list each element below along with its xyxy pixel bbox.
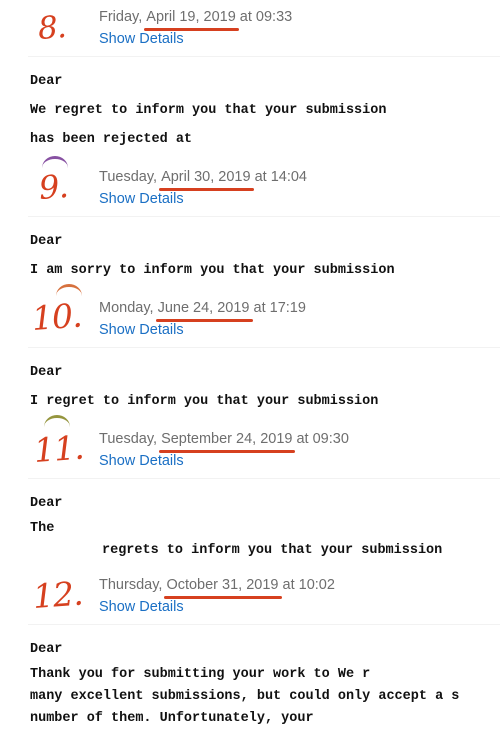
body-line: Thank you for submitting your work to We… [30,667,371,682]
handwritten-numeral: 12. [31,573,84,616]
body-line: Dear [30,496,63,511]
timestamp-time: at 14:04 [250,169,307,185]
redacted-text [62,489,144,518]
message-body: Dear The regrets to inform you that your… [0,479,500,568]
show-details-link[interactable]: Show Details [99,599,184,615]
message-timestamp: Thursday, October 31, 2019 at 10:02 [99,577,335,599]
message-entry: 10. Monday, June 24, 2019 at 17:19 Show … [0,284,500,422]
timestamp-date: September 24, 2019 [161,431,293,447]
timestamp-prefix: Friday, [99,9,147,25]
timestamp-date: June 24, 2019 [157,300,250,316]
show-details-link[interactable]: Show Details [99,31,184,47]
message-header: 10. Monday, June 24, 2019 at 17:19 Show … [0,284,500,347]
message-entry: 12. Thursday, October 31, 2019 at 10:02 … [0,568,500,732]
message-entry: 9. Tuesday, April 30, 2019 at 14:04 Show… [0,156,500,291]
body-line: regrets to inform you that your submissi… [102,543,443,558]
body-line: I am sorry to inform you that your submi… [30,263,395,278]
redacted-text [62,635,144,664]
show-details-link[interactable]: Show Details [99,191,184,207]
message-header: 12. Thursday, October 31, 2019 at 10:02 … [0,568,500,624]
redacted-text [62,67,144,96]
timestamp-prefix: Monday, [99,300,158,316]
message-entry: 11. Tuesday, September 24, 2019 at 09:30… [0,415,500,568]
timestamp-time: at 17:19 [249,300,306,316]
message-body: Dear We regret to inform you that your s… [0,57,500,160]
body-line: Dear [30,74,63,89]
body-line: We regret to inform you that your submis… [30,103,387,118]
body-line: number of them. Unfortunately, your [30,711,314,726]
message-header: 9. Tuesday, April 30, 2019 at 14:04 Show… [0,156,500,216]
body-line: has been rejected at [30,132,193,147]
message-body: Dear I am sorry to inform you that your … [0,217,500,291]
show-details-link[interactable]: Show Details [99,322,184,338]
redacted-text [62,227,144,256]
message-list: 8. Friday, April 19, 2019 at 09:33 Show … [0,0,500,732]
body-line: Dear [30,365,63,380]
body-line: Dear [30,642,63,657]
message-header: 11. Tuesday, September 24, 2019 at 09:30… [0,415,500,478]
body-line: many excellent submissions, but could on… [30,689,460,704]
message-timestamp: Tuesday, September 24, 2019 at 09:30 [99,431,349,453]
timestamp-date: April 30, 2019 [161,169,251,185]
message-timestamp: Tuesday, April 30, 2019 at 14:04 [99,169,307,191]
redacted-text [62,358,144,387]
timestamp-prefix: Tuesday, [99,431,162,447]
handwritten-numeral: 10. [30,295,83,338]
redacted-text [192,125,290,154]
timestamp-date: April 19, 2019 [146,9,236,25]
show-details-link[interactable]: Show Details [99,453,184,469]
timestamp-time: at 10:02 [278,577,335,593]
handwritten-numeral: 11. [32,427,85,470]
message-entry: 8. Friday, April 19, 2019 at 09:33 Show … [0,0,500,160]
body-line: I regret to inform you that your submiss… [30,394,379,409]
timestamp-date: October 31, 2019 [166,577,279,593]
timestamp-time: at 09:30 [292,431,349,447]
message-body: Dear Thank you for submitting your work … [0,625,500,732]
timestamp-time: at 09:33 [235,9,293,25]
redacted-text [54,518,411,540]
body-line: Dear [30,234,63,249]
message-timestamp: Monday, June 24, 2019 at 17:19 [99,300,306,322]
timestamp-prefix: Tuesday, [99,169,162,185]
message-header: 8. Friday, April 19, 2019 at 09:33 Show … [0,0,500,56]
timestamp-prefix: Thursday, [99,577,167,593]
message-body: Dear I regret to inform you that your su… [0,348,500,422]
body-line: The [30,521,55,536]
message-timestamp: Friday, April 19, 2019 at 09:33 [99,9,293,31]
